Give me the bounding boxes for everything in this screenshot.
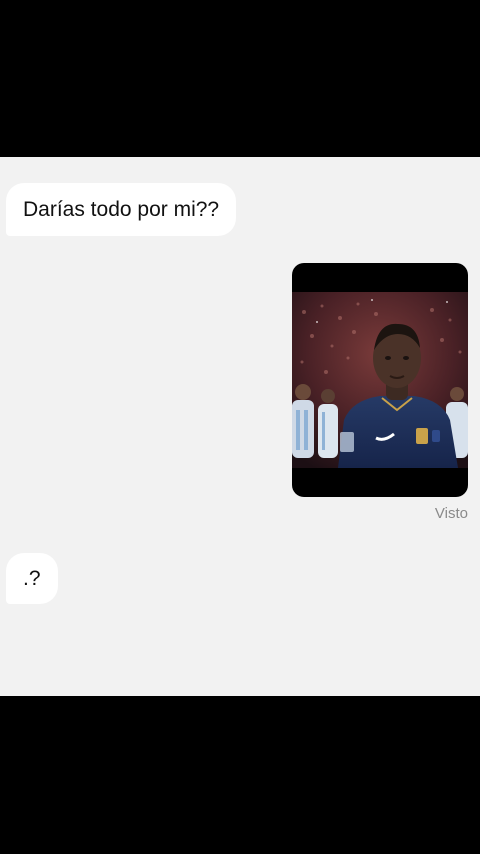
- seen-status: Visto: [434, 505, 468, 522]
- bottom-black-bar: [0, 696, 480, 854]
- message-bubble-incoming[interactable]: Darías todo por mi??: [6, 183, 237, 236]
- message-text: Darías todo por mi??: [23, 198, 220, 221]
- message-bubble-incoming[interactable]: .?: [6, 553, 58, 604]
- chat-thread[interactable]: Darías todo por mi?? Visto .?: [0, 157, 480, 696]
- media-message-outgoing[interactable]: [292, 263, 468, 497]
- message-text: .?: [23, 567, 41, 590]
- video-thumbnail-image: [292, 292, 468, 468]
- top-black-bar: [0, 0, 480, 157]
- video-thumbnail[interactable]: [292, 292, 468, 468]
